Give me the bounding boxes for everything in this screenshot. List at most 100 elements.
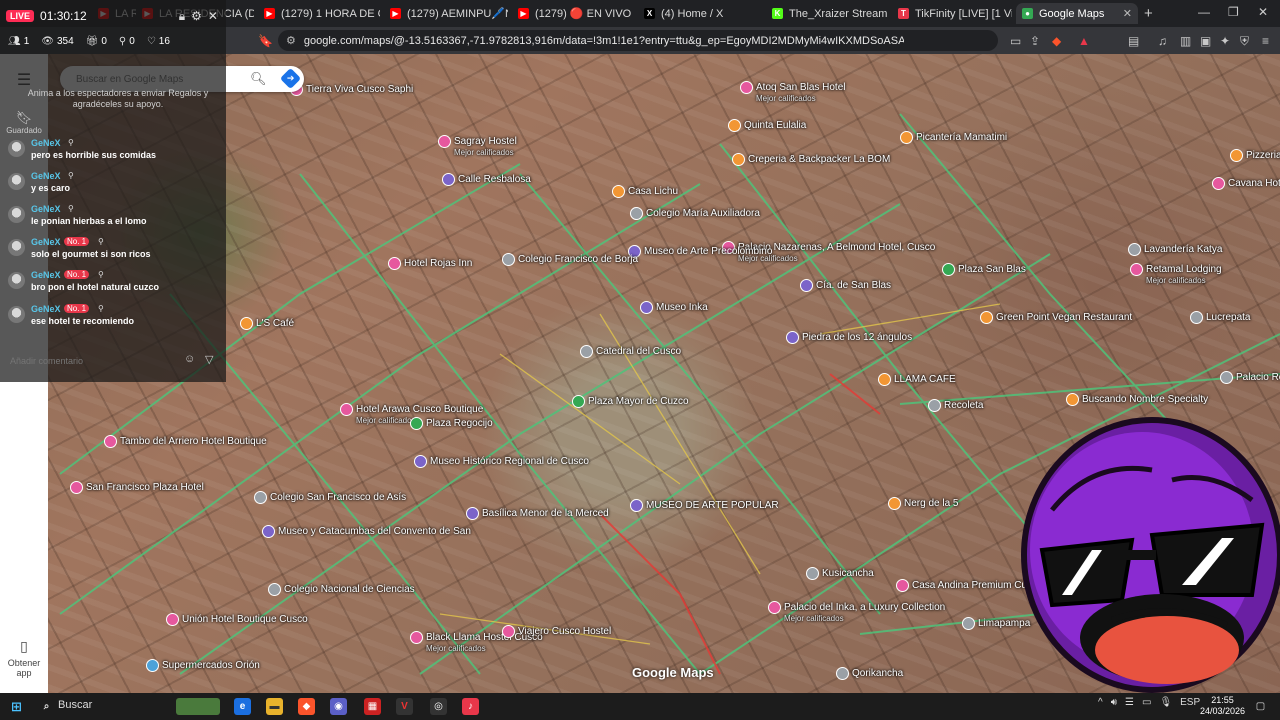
map-place-marker[interactable]: Nerg de la 5 [888, 497, 958, 510]
network-icon[interactable]: ☰ [1125, 697, 1134, 708]
place-name[interactable]: San Francisco Plaza Hotel [86, 482, 204, 493]
map-place-marker[interactable]: Museo de Arte Precolombino [628, 245, 772, 258]
chat-message[interactable]: GeNeX ⚲ le ponian hierbas a el lomo [8, 204, 222, 234]
place-name[interactable]: Pizzeria [1246, 150, 1280, 161]
chat-avatar[interactable] [8, 206, 25, 223]
place-name[interactable]: Sagray Hostel Mejor calificados [454, 136, 517, 158]
chat-username[interactable]: GeNeX [31, 138, 61, 148]
map-place-marker[interactable]: Museo Histórico Regional de Cusco [414, 455, 589, 468]
chat-username[interactable]: GeNeX [31, 204, 61, 214]
info-pin-icon[interactable] [580, 345, 593, 358]
food-pin-icon[interactable] [728, 119, 741, 132]
map-place-marker[interactable]: San Francisco Plaza Hotel [70, 481, 204, 494]
map-place-marker[interactable]: Museo Inka [640, 301, 708, 314]
food-pin-icon[interactable] [878, 373, 891, 386]
place-name[interactable]: Picantería Mamatimi [916, 132, 1007, 143]
place-name[interactable]: Piedra de los 12 ángulos [802, 332, 912, 343]
chat-avatar[interactable] [8, 306, 25, 323]
place-name[interactable]: MUSEO DE ARTE POPULAR [646, 500, 779, 511]
info-pin-icon[interactable] [502, 253, 515, 266]
info-pin-icon[interactable] [1190, 311, 1203, 324]
edge-icon[interactable]: e [234, 698, 251, 715]
bookmark-icon[interactable]: 🔖 [258, 34, 273, 48]
hotel-pin-icon[interactable] [438, 135, 451, 148]
valorant-icon[interactable]: V [396, 698, 413, 715]
map-place-marker[interactable]: MUSEO DE ARTE POPULAR [630, 499, 779, 512]
obs-icon[interactable]: ◎ [430, 698, 447, 715]
place-name[interactable]: Supermercados Orión [162, 660, 260, 671]
sight-pin-icon[interactable] [640, 301, 653, 314]
map-place-marker[interactable]: Retamal Lodging Mejor calificados [1130, 263, 1222, 286]
info-pin-icon[interactable] [630, 207, 643, 220]
taskbar-search[interactable]: Buscar [58, 699, 92, 711]
brave-browser-icon[interactable]: ◆ [298, 698, 315, 715]
taskbar-clock[interactable]: 21:55 24/03/2026 [1200, 695, 1245, 717]
place-name[interactable]: Quinta Eulalia [744, 120, 806, 131]
site-settings-icon[interactable]: ⚙ [286, 34, 296, 47]
hotel-pin-icon[interactable] [1212, 177, 1225, 190]
park-pin-icon[interactable] [410, 417, 423, 430]
chat-avatar[interactable] [8, 239, 25, 256]
sight-pin-icon[interactable] [786, 331, 799, 344]
place-name[interactable]: Museo Inka [656, 302, 708, 313]
map-place-marker[interactable]: Lavandería Katya [1128, 243, 1222, 256]
info-pin-icon[interactable] [806, 567, 819, 580]
taskbar-search-icon[interactable]: ⌕ [38, 698, 55, 715]
tiktok-icon[interactable]: ♪ [462, 698, 479, 715]
map-place-marker[interactable]: Sagray Hostel Mejor calificados [438, 135, 517, 158]
settings-icon[interactable]: ⚙ [191, 9, 202, 23]
place-name[interactable]: Plaza Mayor de Cuzco [588, 396, 689, 407]
microphone-icon[interactable]: 🎙︎ [1159, 697, 1172, 708]
place-name[interactable]: Colegio Nacional de Ciencias [284, 584, 415, 595]
lang-indicator[interactable]: ESP [1180, 697, 1200, 708]
hotel-pin-icon[interactable] [388, 257, 401, 270]
chat-message[interactable]: GeNeX ⚲ pero es horrible sus comidas [8, 138, 222, 168]
chat-username[interactable]: GeNeX [31, 237, 61, 247]
comment-input[interactable] [8, 352, 182, 370]
browser-tab[interactable]: ● Google Maps ✕ [1016, 3, 1138, 24]
place-name[interactable]: Calle Resbalosa [458, 174, 531, 185]
map-place-marker[interactable]: Palacio del Inka, a Luxury Collection Mej… [768, 601, 945, 624]
tab-close-icon[interactable]: ✕ [1123, 7, 1132, 20]
sight-pin-icon[interactable] [442, 173, 455, 186]
chat-username[interactable]: GeNeX [31, 270, 61, 280]
app-icon-red[interactable]: ▦ [364, 698, 381, 715]
sidebar-icon[interactable]: ▤ [1128, 34, 1139, 48]
map-place-marker[interactable]: Viajero Cusco Hostel [502, 625, 611, 638]
map-place-marker[interactable]: Lucrepata [1190, 311, 1250, 324]
map-place-marker[interactable]: Creperia & Backpacker La BOM [732, 153, 890, 166]
chat-avatar[interactable] [8, 173, 25, 190]
hotel-pin-icon[interactable] [768, 601, 781, 614]
place-name[interactable]: Plaza Regocijo [426, 418, 493, 429]
food-pin-icon[interactable] [732, 153, 745, 166]
browser-tab[interactable]: T TikFinity [LIVE] [1 Viewers] [892, 3, 1012, 24]
place-name[interactable]: Recoleta [944, 400, 983, 411]
sight-pin-icon[interactable] [800, 279, 813, 292]
map-place-marker[interactable]: Colegio Nacional de Ciencias [268, 583, 415, 596]
chat-message[interactable]: GeNeX No. 1 ⚲ bro pon el hotel natural cuzc… [8, 270, 222, 300]
hotel-pin-icon[interactable] [340, 403, 353, 416]
map-place-marker[interactable]: Catedral del Cusco [580, 345, 681, 358]
hotel-pin-icon[interactable] [1130, 263, 1143, 276]
maximize-button[interactable]: ❐ [1228, 5, 1239, 19]
map-place-marker[interactable]: Calle Resbalosa [442, 173, 531, 186]
search-icon[interactable]: 🔍︎ [250, 71, 267, 87]
browser-tab[interactable]: K The_Xraizer Stream - Kick [766, 3, 888, 24]
map-place-marker[interactable]: Casa Lichu [612, 185, 678, 198]
food-pin-icon[interactable] [240, 317, 253, 330]
hotel-pin-icon[interactable] [166, 613, 179, 626]
park-pin-icon[interactable] [572, 395, 585, 408]
map-place-marker[interactable]: Plaza San Blas [942, 263, 1026, 276]
chat-avatar[interactable] [8, 272, 25, 289]
place-name[interactable]: Creperia & Backpacker La BOM [748, 154, 890, 165]
map-place-marker[interactable]: Unión Hotel Boutique Cusco [166, 613, 308, 626]
food-pin-icon[interactable] [900, 131, 913, 144]
chat-message[interactable]: GeNeX No. 1 ⚲ ese hotel te recomiendo [8, 304, 222, 334]
water-pin-icon[interactable] [146, 659, 159, 672]
brave-shield-icon[interactable]: ◆ [1052, 34, 1061, 48]
extensions-icon[interactable]: ✦ [1220, 34, 1230, 48]
map-place-marker[interactable]: Green Point Vegan Restaurant [980, 311, 1132, 324]
place-name[interactable]: Plaza San Blas [958, 264, 1026, 275]
browser-tab[interactable]: ▶ (1279) 🔴 EN VIVO | D [512, 3, 634, 24]
place-name[interactable]: Palacio Real [1236, 372, 1280, 383]
